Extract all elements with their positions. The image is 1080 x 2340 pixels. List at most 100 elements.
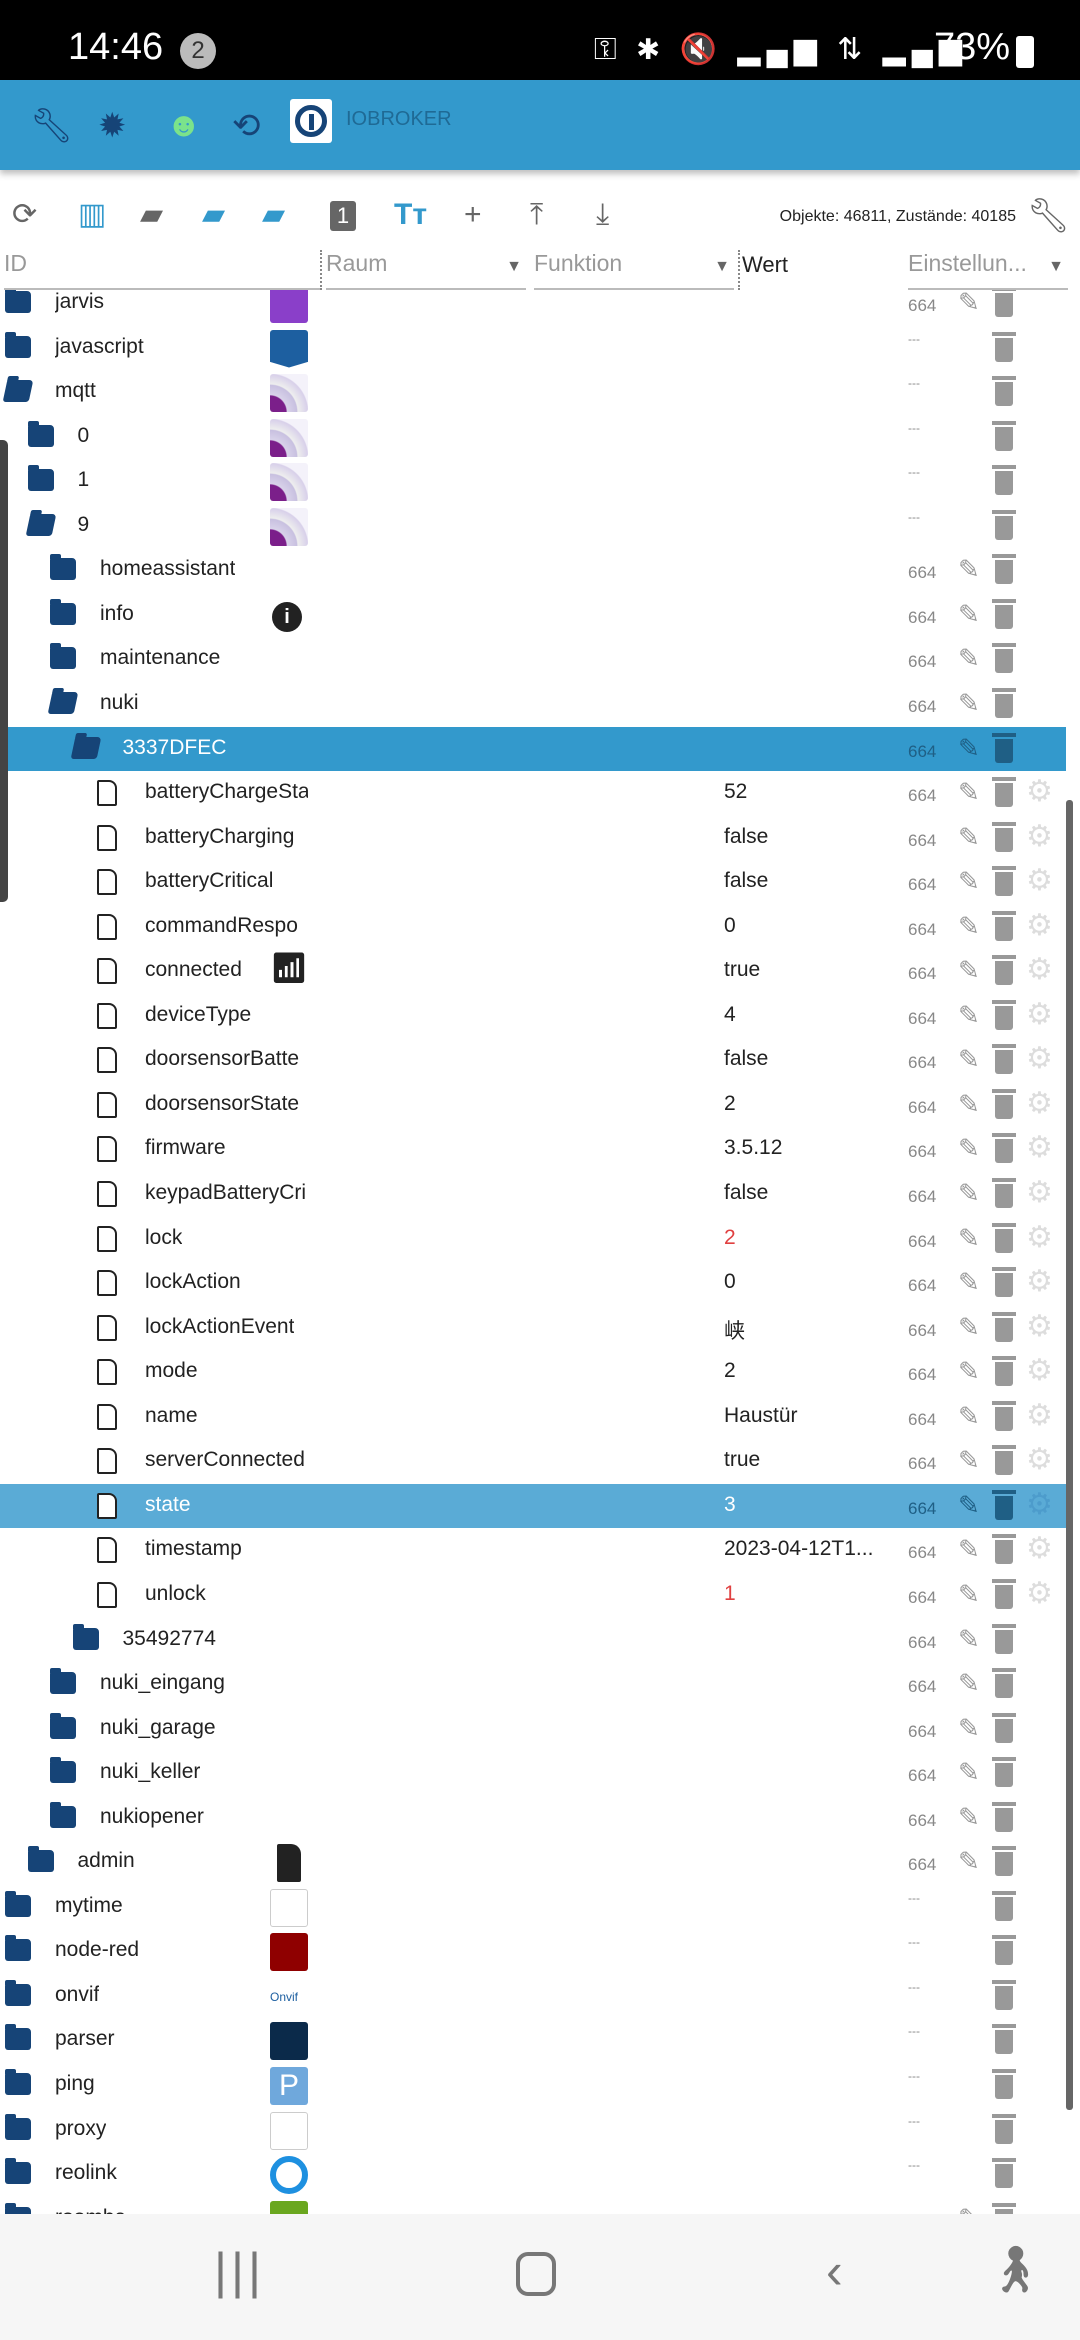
tree-row[interactable]: state 3 664 ✎ ⚙ bbox=[0, 1483, 1066, 1529]
room-filter-select[interactable]: Raum ▼ bbox=[326, 250, 526, 290]
edit-icon[interactable]: ✎ bbox=[958, 1044, 980, 1075]
folder-icon[interactable] bbox=[50, 1757, 76, 1784]
delete-icon[interactable] bbox=[992, 1534, 1016, 1565]
delete-icon[interactable] bbox=[992, 1311, 1016, 1342]
delete-icon[interactable] bbox=[992, 420, 1016, 451]
edit-icon[interactable]: ✎ bbox=[958, 1802, 980, 1833]
wrench-icon[interactable]: 🔧︎ bbox=[30, 106, 73, 146]
tree-row[interactable]: batteryCritical false 664 ✎ ⚙ bbox=[0, 860, 1066, 905]
folder-icon[interactable] bbox=[5, 2113, 31, 2140]
edit-icon[interactable]: ✎ bbox=[958, 1178, 980, 1209]
edit-icon[interactable]: ✎ bbox=[958, 1445, 980, 1476]
expert-mode-icon[interactable]: ☻ bbox=[166, 106, 202, 145]
tree-row[interactable]: onvif Onvif --- bbox=[0, 1974, 1066, 2019]
gear-icon[interactable]: ⚙ bbox=[1026, 819, 1053, 854]
folder-icon[interactable] bbox=[5, 2158, 31, 2185]
folder-open-icon[interactable] bbox=[2, 380, 34, 403]
tree-row[interactable]: connected 📶︎ true 664 ✎ ⚙ bbox=[0, 949, 1066, 994]
function-filter-select[interactable]: Funktion ▼ bbox=[534, 250, 734, 290]
folder-icon[interactable] bbox=[50, 1712, 76, 1739]
folder-open-icon[interactable] bbox=[47, 691, 79, 714]
file-icon[interactable] bbox=[97, 1403, 117, 1430]
tree-row[interactable]: 3337DFEC 664 ✎ bbox=[0, 726, 1066, 772]
edit-icon[interactable]: ✎ bbox=[958, 911, 980, 942]
folder-open-icon[interactable]: ▰ bbox=[202, 195, 225, 235]
folder-icon[interactable] bbox=[5, 2202, 31, 2214]
gear-icon[interactable]: ⚙ bbox=[1026, 1531, 1053, 1566]
edit-icon[interactable]: ✎ bbox=[958, 1223, 980, 1254]
delete-icon[interactable] bbox=[992, 1356, 1016, 1387]
delete-icon[interactable] bbox=[992, 910, 1016, 941]
edit-icon[interactable]: ✎ bbox=[958, 599, 980, 630]
file-icon[interactable] bbox=[97, 1047, 117, 1074]
edit-icon[interactable]: ✎ bbox=[958, 643, 980, 674]
tree-row[interactable]: nuki 664 ✎ bbox=[0, 682, 1066, 727]
delete-icon[interactable] bbox=[992, 1668, 1016, 1699]
file-icon[interactable] bbox=[97, 958, 117, 985]
tree-row[interactable]: reolink --- bbox=[0, 2152, 1066, 2197]
gear-icon[interactable]: ⚙ bbox=[1026, 1220, 1053, 1255]
folder-icon[interactable] bbox=[50, 554, 76, 581]
file-icon[interactable] bbox=[97, 780, 117, 807]
state-value[interactable]: 2 bbox=[724, 1226, 736, 1250]
file-icon[interactable] bbox=[97, 869, 117, 896]
one-icon[interactable]: 1 bbox=[330, 201, 356, 231]
delete-icon[interactable] bbox=[992, 2069, 1016, 2099]
column-divider[interactable] bbox=[738, 250, 740, 290]
delete-icon[interactable] bbox=[992, 777, 1016, 808]
tree-row[interactable]: lockActionEvent 峡 664 ✎ ⚙ bbox=[0, 1306, 1066, 1351]
gear-icon[interactable]: ⚙ bbox=[1026, 1487, 1053, 1522]
tree-row[interactable]: doorsensorBatte false 664 ✎ ⚙ bbox=[0, 1038, 1066, 1083]
folder-icon[interactable] bbox=[50, 1668, 76, 1695]
columns-icon[interactable]: ▥ bbox=[78, 195, 106, 235]
tree-row[interactable]: lockAction 0 664 ✎ ⚙ bbox=[0, 1261, 1066, 1306]
file-icon[interactable] bbox=[97, 1492, 117, 1519]
edit-icon[interactable]: ✎ bbox=[958, 1624, 980, 1655]
file-icon[interactable] bbox=[97, 1270, 117, 1297]
folder-icon[interactable] bbox=[5, 2024, 31, 2051]
delete-icon[interactable] bbox=[992, 1088, 1016, 1119]
tree-row[interactable]: mode 2 664 ✎ ⚙ bbox=[0, 1350, 1066, 1395]
state-value[interactable]: 2 bbox=[724, 1092, 736, 1116]
delete-icon[interactable] bbox=[992, 1267, 1016, 1298]
folder-blue-icon[interactable]: ▰ bbox=[262, 195, 285, 235]
column-divider[interactable] bbox=[320, 250, 322, 290]
folder-icon[interactable] bbox=[27, 420, 54, 447]
file-icon[interactable] bbox=[97, 824, 117, 851]
delete-icon[interactable] bbox=[992, 1846, 1016, 1877]
edit-icon[interactable]: ✎ bbox=[958, 2203, 980, 2214]
tree-row[interactable]: nuki_garage 664 ✎ bbox=[0, 1707, 1066, 1752]
gear-icon[interactable]: ⚙ bbox=[1026, 1353, 1053, 1388]
state-value[interactable]: 峡 bbox=[724, 1315, 745, 1345]
gear-icon[interactable]: ⚙ bbox=[1026, 1442, 1053, 1477]
gear-icon[interactable]: ⚙ bbox=[1026, 1309, 1053, 1344]
edit-icon[interactable]: ✎ bbox=[958, 777, 980, 808]
tree-row[interactable]: 0 --- bbox=[0, 415, 1066, 460]
tree-row[interactable]: deviceType 4 664 ✎ ⚙ bbox=[0, 994, 1066, 1039]
edit-icon[interactable]: ✎ bbox=[958, 1356, 980, 1387]
folder-icon[interactable] bbox=[50, 643, 76, 670]
delete-icon[interactable] bbox=[992, 331, 1016, 362]
edit-icon[interactable]: ✎ bbox=[958, 955, 980, 986]
tree-row[interactable]: info i 664 ✎ bbox=[0, 593, 1066, 638]
tree-row[interactable]: roomba664✎ bbox=[0, 2197, 1066, 2214]
tree-row[interactable]: mqtt --- bbox=[0, 370, 1066, 415]
tree-row[interactable]: batteryCharging false 664 ✎ ⚙ bbox=[0, 816, 1066, 861]
edit-icon[interactable]: ✎ bbox=[958, 1757, 980, 1788]
edit-icon[interactable]: ✎ bbox=[958, 554, 980, 585]
delete-icon[interactable] bbox=[992, 1890, 1016, 1921]
text-size-icon[interactable]: Tт bbox=[394, 195, 427, 235]
folder-icon[interactable] bbox=[72, 1623, 99, 1650]
edit-icon[interactable]: ✎ bbox=[958, 1713, 980, 1744]
upload-icon[interactable]: ⤒ bbox=[530, 195, 543, 235]
gear-icon[interactable]: ⚙ bbox=[1026, 1041, 1053, 1076]
state-value[interactable]: 4 bbox=[724, 1003, 736, 1027]
back-icon[interactable]: ‹ bbox=[826, 2242, 843, 2300]
file-icon[interactable] bbox=[97, 1448, 117, 1475]
state-value[interactable]: 3.5.12 bbox=[724, 1136, 782, 1160]
delete-icon[interactable] bbox=[992, 1489, 1016, 1520]
delete-icon[interactable] bbox=[992, 1400, 1016, 1431]
gear-icon[interactable]: ⚙ bbox=[1026, 1175, 1053, 1210]
settings-filter-select[interactable]: Einstellun... ▼ bbox=[908, 250, 1068, 290]
delete-icon[interactable] bbox=[992, 955, 1016, 986]
